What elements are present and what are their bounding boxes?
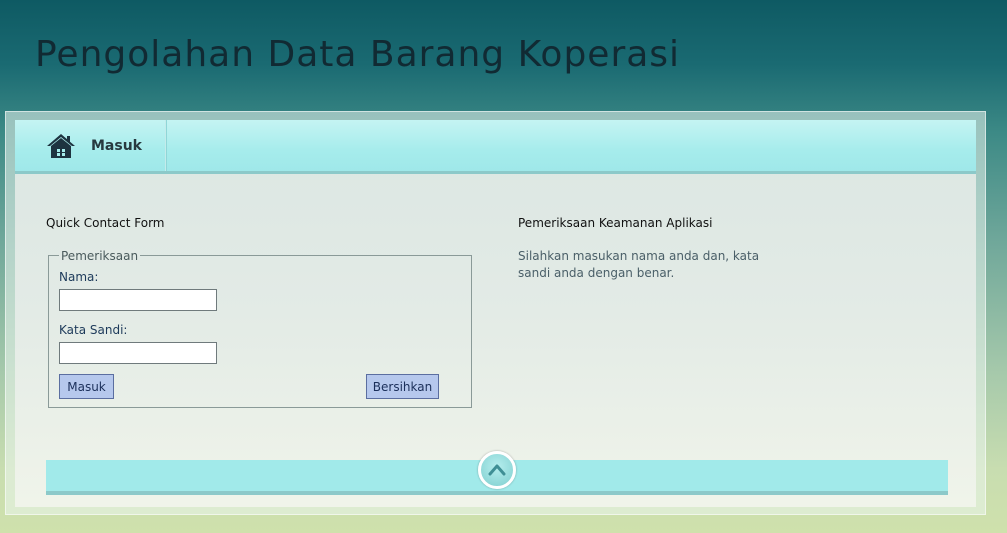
nav-bar: Masuk (15, 120, 976, 174)
info-section-heading: Pemeriksaan Keamanan Aplikasi (518, 216, 713, 230)
fieldset-legend: Pemeriksaan (59, 249, 141, 263)
form-section-heading: Quick Contact Form (46, 216, 165, 230)
name-input[interactable] (59, 289, 217, 311)
password-label: Kata Sandi: (59, 323, 128, 337)
nav-item-label: Masuk (91, 138, 142, 154)
login-fieldset: Pemeriksaan Nama: Kata Sandi: Masuk Bers… (48, 249, 472, 408)
main-panel: Masuk Quick Contact Form Pemeriksaan Nam… (15, 120, 976, 507)
page-title: Pengolahan Data Barang Koperasi (35, 34, 681, 75)
info-text: Silahkan masukan nama anda dan, kata san… (518, 249, 760, 280)
nav-item-masuk[interactable]: Masuk (15, 120, 166, 171)
scroll-top-button[interactable] (478, 451, 516, 489)
clear-button[interactable]: Bersihkan (366, 374, 439, 399)
name-label: Nama: (59, 270, 99, 284)
submit-button[interactable]: Masuk (59, 374, 114, 399)
password-input[interactable] (59, 342, 217, 364)
home-icon (46, 132, 76, 160)
